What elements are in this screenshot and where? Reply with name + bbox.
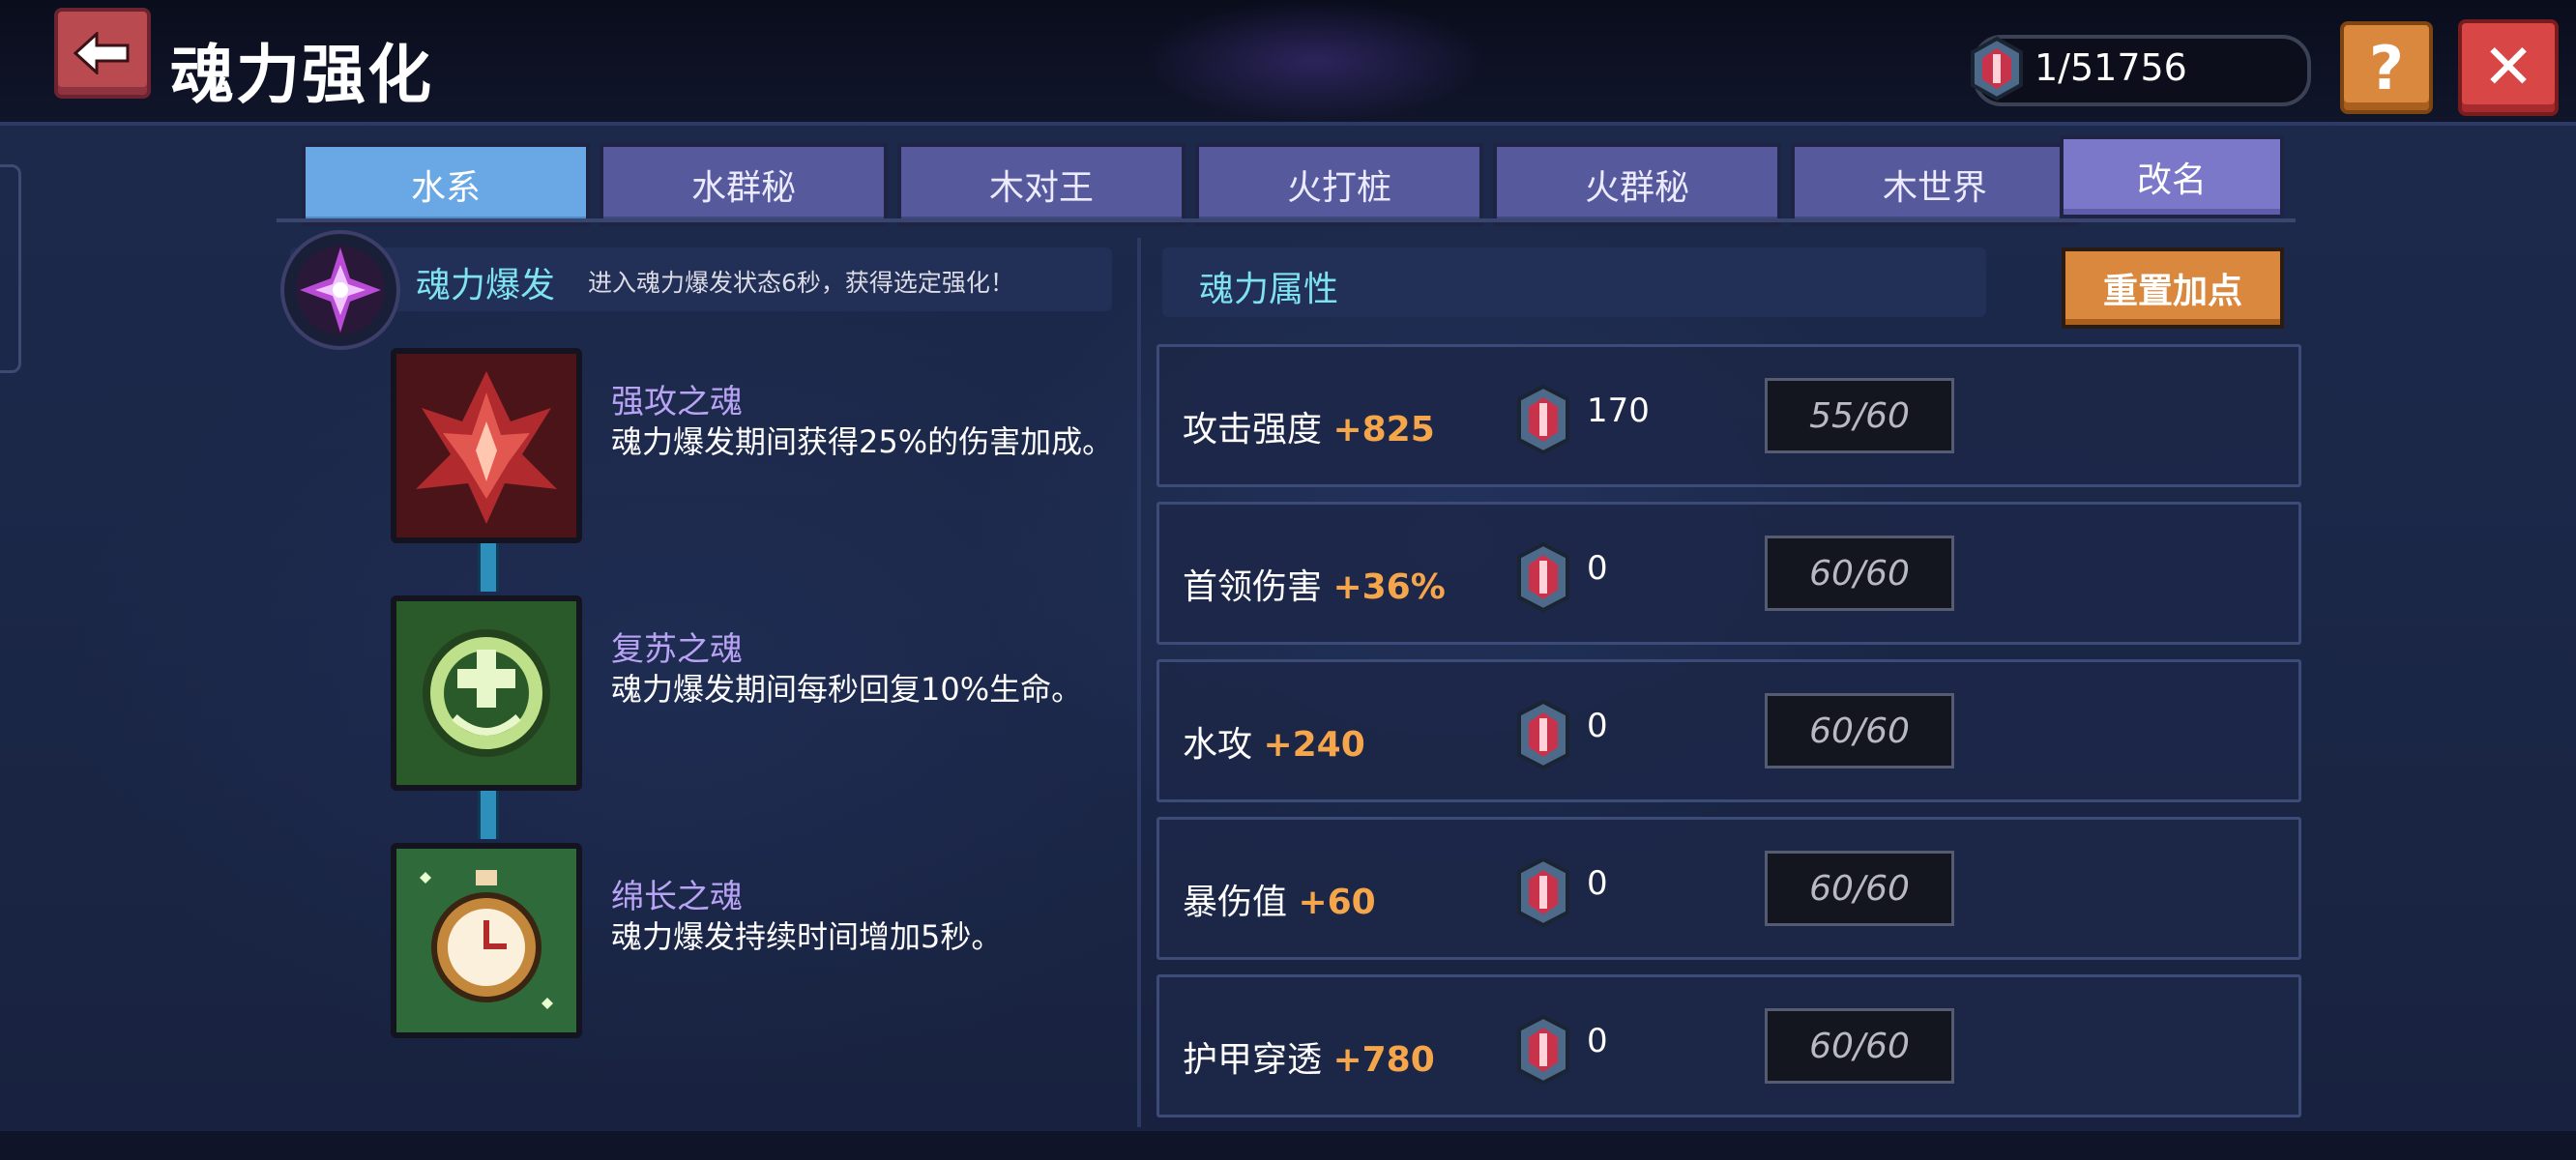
attribute-row[interactable]: 暴伤值 +60 0 60/60 (1156, 817, 2301, 960)
side-panel-edge (0, 164, 21, 373)
bottom-band (0, 1131, 2576, 1160)
attribute-label: 护甲穿透 +780 (1183, 1031, 1435, 1082)
stopwatch-soul-icon[interactable] (391, 843, 582, 1038)
skill-name: 绵长之魂 (611, 878, 743, 916)
soul-gem-icon (1513, 1014, 1573, 1086)
attribute-cost: 0 (1587, 549, 1608, 588)
soul-burst-emblem (280, 230, 400, 350)
top-bar-glow (1141, 0, 1489, 122)
attribute-row[interactable]: 水攻 +240 0 60/60 (1156, 659, 2301, 802)
attribute-cost: 170 (1587, 392, 1650, 430)
attribute-level[interactable]: 60/60 (1765, 851, 1954, 926)
attribute-name: 攻击强度 (1183, 410, 1323, 450)
back-button[interactable] (54, 8, 151, 99)
soul-gem-icon (1513, 699, 1573, 770)
soul-burst-icon (296, 246, 385, 334)
skill-description: 魂力爆发期间每秒回复10%生命。 (611, 671, 1083, 708)
reset-points-button[interactable]: 重置加点 (2062, 247, 2284, 329)
skill-description: 魂力爆发持续时间增加5秒。 (611, 918, 1003, 955)
tab-4[interactable]: 火打桩 (1195, 143, 1483, 226)
tab-5[interactable]: 火群秘 (1493, 143, 1781, 226)
skill-description: 魂力爆发期间获得25%的伤害加成。 (611, 423, 1114, 460)
currency-value: 1/51756 (2034, 46, 2187, 89)
attribute-level[interactable]: 60/60 (1765, 536, 1954, 611)
tab-2[interactable]: 水群秘 (600, 143, 888, 226)
attribute-bonus: +36% (1332, 567, 1446, 607)
attribute-level[interactable]: 60/60 (1765, 1008, 1954, 1084)
panel-divider (1137, 238, 1141, 1127)
page-title: 魂力强化 (170, 38, 433, 112)
attribute-bonus: +240 (1263, 725, 1365, 765)
soul-gem-icon (1513, 856, 1573, 928)
soul-gem-icon (1513, 541, 1573, 613)
attribute-cost: 0 (1587, 707, 1608, 745)
attribute-bonus: +60 (1298, 883, 1376, 922)
skill-name: 复苏之魂 (611, 630, 743, 669)
back-arrow-icon (73, 32, 130, 74)
soul-burst-title: 魂力爆发 (416, 266, 556, 305)
attribute-name: 暴伤值 (1183, 883, 1288, 922)
attribute-name: 护甲穿透 (1183, 1040, 1323, 1080)
attributes-title: 魂力属性 (1199, 270, 1339, 309)
soul-burst-description: 进入魂力爆发状态6秒，获得选定强化！ (588, 269, 1014, 297)
tab-3[interactable]: 木对王 (897, 143, 1186, 226)
attribute-row[interactable]: 攻击强度 +825 170 55/60 (1156, 344, 2301, 487)
tab-6[interactable]: 木世界 (1791, 143, 2079, 226)
attribute-label: 攻击强度 +825 (1183, 401, 1435, 451)
attribute-level[interactable]: 55/60 (1765, 378, 1954, 453)
tab-1[interactable]: 水系 (302, 143, 590, 226)
attribute-label: 水攻 +240 (1183, 716, 1365, 767)
red-flame-soul-icon[interactable] (391, 348, 582, 543)
attribute-label: 暴伤值 +60 (1183, 874, 1376, 924)
attribute-cost: 0 (1587, 1022, 1608, 1060)
rename-button[interactable]: 改名 (2060, 135, 2284, 218)
soul-gem-icon (1971, 36, 2023, 102)
help-button[interactable]: ? (2340, 21, 2433, 114)
soul-gem-icon (1513, 384, 1573, 455)
attribute-row[interactable]: 护甲穿透 +780 0 60/60 (1156, 974, 2301, 1117)
close-button[interactable]: ✕ (2458, 19, 2559, 116)
attribute-name: 水攻 (1183, 725, 1253, 765)
skill-name: 强攻之魂 (611, 383, 743, 421)
attribute-name: 首领伤害 (1183, 567, 1323, 607)
attribute-row[interactable]: 首领伤害 +36% 0 60/60 (1156, 502, 2301, 645)
green-heal-soul-icon[interactable] (391, 595, 582, 791)
attribute-cost: 0 (1587, 864, 1608, 903)
attribute-label: 首领伤害 +36% (1183, 559, 1446, 609)
attribute-bonus: +825 (1332, 410, 1435, 450)
attribute-bonus: +780 (1332, 1040, 1435, 1080)
tabs-divider (277, 218, 2296, 222)
attribute-level[interactable]: 60/60 (1765, 693, 1954, 768)
